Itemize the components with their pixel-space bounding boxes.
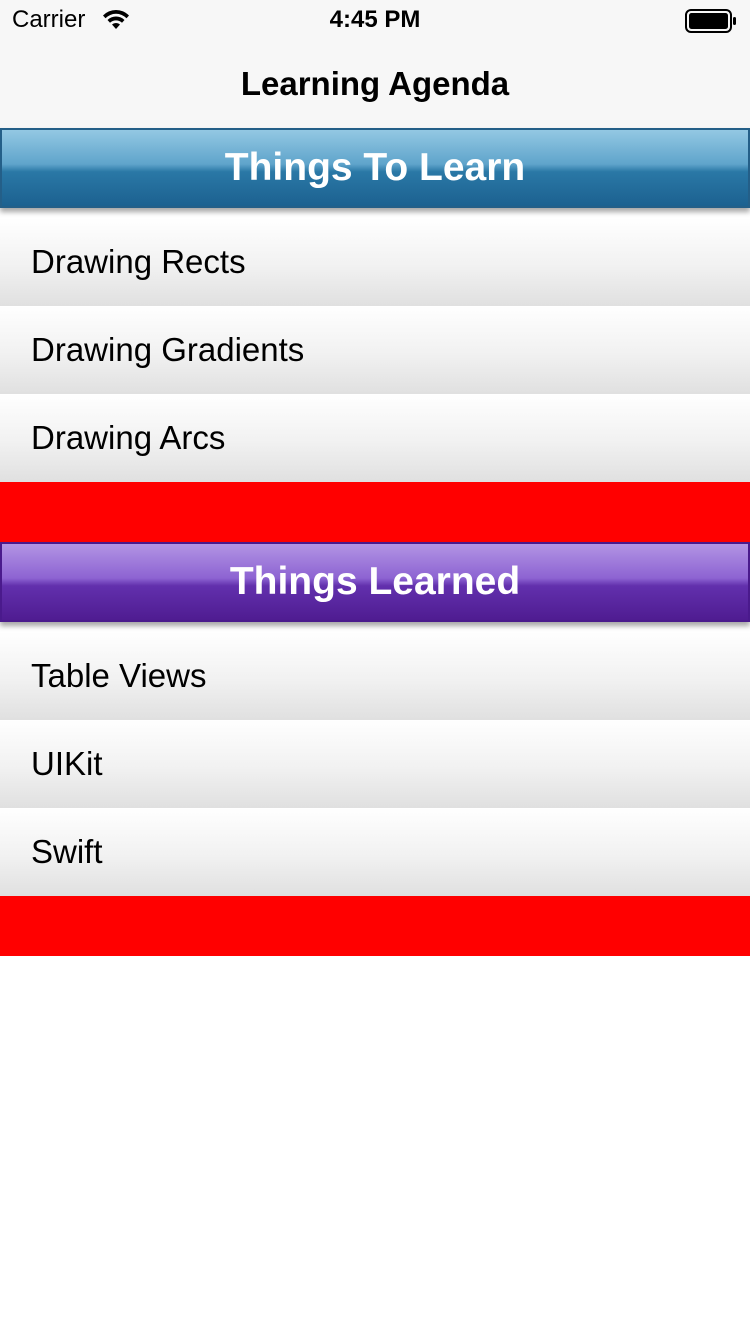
nav-title: Learning Agenda: [240, 65, 510, 102]
table-row[interactable]: Drawing Rects: [0, 218, 750, 306]
section-header-things-learned: Things Learned: [0, 542, 750, 622]
status-bar: Carrier 4:45 PM: [0, 0, 750, 40]
table-row[interactable]: Drawing Arcs: [0, 394, 750, 482]
agenda-table[interactable]: Things To Learn Drawing Rects Drawing Gr…: [0, 128, 750, 956]
battery-icon: [685, 9, 736, 33]
section-footer: [0, 896, 750, 956]
table-row[interactable]: UIKit: [0, 720, 750, 808]
section-footer: [0, 482, 750, 542]
section-header-things-to-learn: Things To Learn: [0, 128, 750, 208]
table-row[interactable]: Table Views: [0, 632, 750, 720]
table-row[interactable]: Swift: [0, 808, 750, 896]
top-chrome: Carrier 4:45 PM Learning Agenda: [0, 0, 750, 128]
section-spacer: [0, 208, 750, 218]
clock: 4:45 PM: [329, 6, 421, 33]
section-spacer: [0, 622, 750, 632]
table-row[interactable]: Drawing Gradients: [0, 306, 750, 394]
